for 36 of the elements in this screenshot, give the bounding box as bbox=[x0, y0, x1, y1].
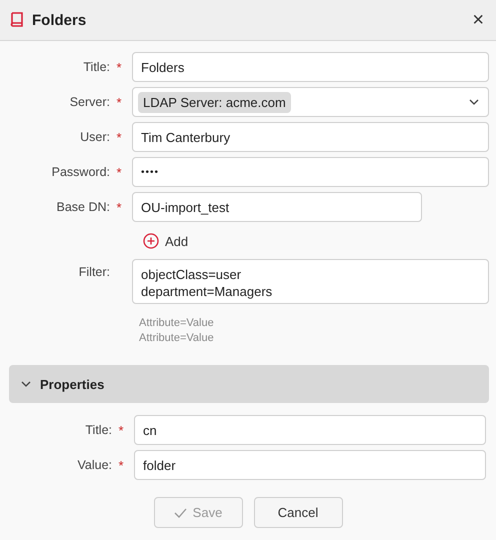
hint-text: Attribute=Value bbox=[139, 331, 215, 346]
field-label: Title: bbox=[85, 423, 112, 437]
server-select[interactable]: LDAP Server: acme.com bbox=[132, 87, 489, 117]
add-icon bbox=[143, 233, 159, 249]
field-label: Title: bbox=[83, 60, 110, 74]
field-label: Value: bbox=[77, 458, 112, 472]
window-title: Folders bbox=[32, 12, 88, 28]
required-mark: * bbox=[117, 422, 125, 438]
filter-line: objectClass=user bbox=[141, 266, 242, 283]
required-mark: * bbox=[115, 60, 123, 74]
input-field[interactable]: Tim Canterbury bbox=[132, 122, 489, 152]
input-field[interactable]: Folders bbox=[132, 52, 489, 82]
filter-line: department=Managers bbox=[141, 283, 274, 300]
required-mark: * bbox=[115, 130, 123, 144]
close-button[interactable]: × bbox=[472, 10, 484, 30]
field-label: Filter: bbox=[78, 265, 110, 279]
required-mark: * bbox=[115, 200, 123, 214]
cancel-button[interactable]: Cancel bbox=[254, 497, 342, 528]
server-chip: LDAP Server: acme.com bbox=[138, 92, 291, 112]
input-field[interactable]: folder bbox=[134, 450, 486, 480]
field-label: User: bbox=[80, 130, 110, 144]
required-mark: * bbox=[115, 164, 123, 180]
required-mark: * bbox=[115, 94, 123, 110]
add-button[interactable]: Add bbox=[143, 233, 489, 249]
field-label: Base DN: bbox=[56, 200, 110, 214]
required-mark: * bbox=[117, 458, 125, 472]
input-field[interactable]: cn bbox=[134, 415, 486, 445]
filter-textarea[interactable]: objectClass=user department=Managers bbox=[132, 259, 489, 304]
input-field[interactable]: OU-import_test bbox=[132, 192, 422, 222]
hint-text: Attribute=Value bbox=[139, 316, 215, 331]
field-label: Password: bbox=[52, 165, 110, 179]
book-icon bbox=[10, 12, 24, 28]
properties-header[interactable]: Properties bbox=[9, 365, 489, 403]
field-label: Server: bbox=[70, 95, 110, 109]
password-field[interactable]: •••• bbox=[132, 157, 489, 187]
check-icon bbox=[174, 508, 187, 518]
